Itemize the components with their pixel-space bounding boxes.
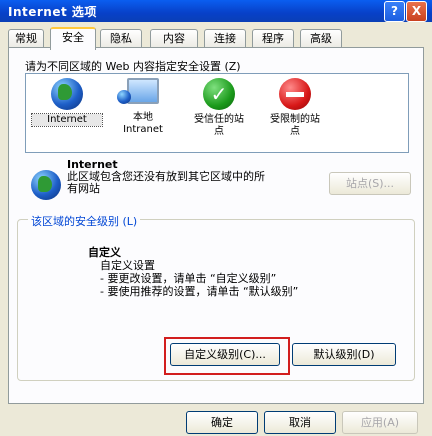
- zone-internet[interactable]: Internet: [31, 78, 103, 127]
- zone-info: Internet 此区域包含您还没有放到其它区域中的所有网站 站点(S)...: [31, 158, 411, 208]
- zone-trusted[interactable]: ✓ 受信任的站 点: [184, 78, 254, 138]
- zone-restricted[interactable]: 受限制的站 点: [260, 78, 330, 138]
- zone-label: Internet: [31, 113, 103, 127]
- zone-description: 此区域包含您还没有放到其它区域中的所有网站: [67, 170, 265, 195]
- tab-general[interactable]: 常规: [8, 29, 44, 47]
- ok-button[interactable]: 确定: [186, 411, 258, 434]
- tab-programs[interactable]: 程序: [252, 29, 294, 47]
- help-button[interactable]: ?: [384, 1, 405, 22]
- zone-label: 受信任的站 点: [194, 114, 244, 137]
- restricted-icon: [279, 78, 311, 110]
- close-button[interactable]: X: [406, 1, 427, 22]
- zone-list: Internet 本地 Intranet ✓ 受信任的站 点 受限制的站 点: [25, 73, 409, 153]
- security-level-text: 自定义 自定义设置 - 要更改设置，请单击 “自定义级别” - 要使用推荐的设置…: [88, 246, 298, 298]
- tab-connections[interactable]: 连接: [204, 29, 246, 47]
- tab-advanced[interactable]: 高级: [300, 29, 342, 47]
- zone-intranet[interactable]: 本地 Intranet: [108, 78, 178, 136]
- custom-level-button[interactable]: 自定义级别(C)...: [170, 343, 280, 366]
- level-line: - 要更改设置，请单击 “自定义级别”: [100, 272, 277, 285]
- security-panel: 请为不同区域的 Web 内容指定安全设置 (Z) Internet 本地 Int…: [8, 47, 424, 404]
- zone-label: 受限制的站 点: [270, 114, 320, 137]
- zones-label: 请为不同区域的 Web 内容指定安全设置 (Z): [25, 60, 241, 73]
- cancel-button[interactable]: 取消: [264, 411, 336, 434]
- security-level-label: 该区域的安全级别 (L): [28, 213, 141, 229]
- trusted-check-icon: ✓: [203, 78, 235, 110]
- level-line: - 要使用推荐的设置，请单击 “默认级别”: [100, 285, 299, 298]
- globe-icon: [51, 78, 83, 110]
- globe-icon: [31, 170, 61, 200]
- intranet-icon: [117, 78, 159, 108]
- window-title: Internet 选项: [8, 5, 97, 19]
- default-level-button[interactable]: 默认级别(D): [292, 343, 396, 366]
- level-line: 自定义设置: [100, 259, 155, 272]
- level-title: 自定义: [88, 246, 121, 259]
- apply-button[interactable]: 应用(A): [342, 411, 418, 434]
- security-level-group: 该区域的安全级别 (L) 自定义 自定义设置 - 要更改设置，请单击 “自定义级…: [17, 213, 415, 381]
- tab-security[interactable]: 安全: [50, 27, 96, 50]
- tab-privacy[interactable]: 隐私: [100, 29, 142, 47]
- title-bar: Internet 选项 ? X: [0, 0, 432, 22]
- sites-button[interactable]: 站点(S)...: [329, 172, 411, 195]
- zone-label: 本地 Intranet: [123, 112, 163, 135]
- tab-content[interactable]: 内容: [150, 29, 198, 47]
